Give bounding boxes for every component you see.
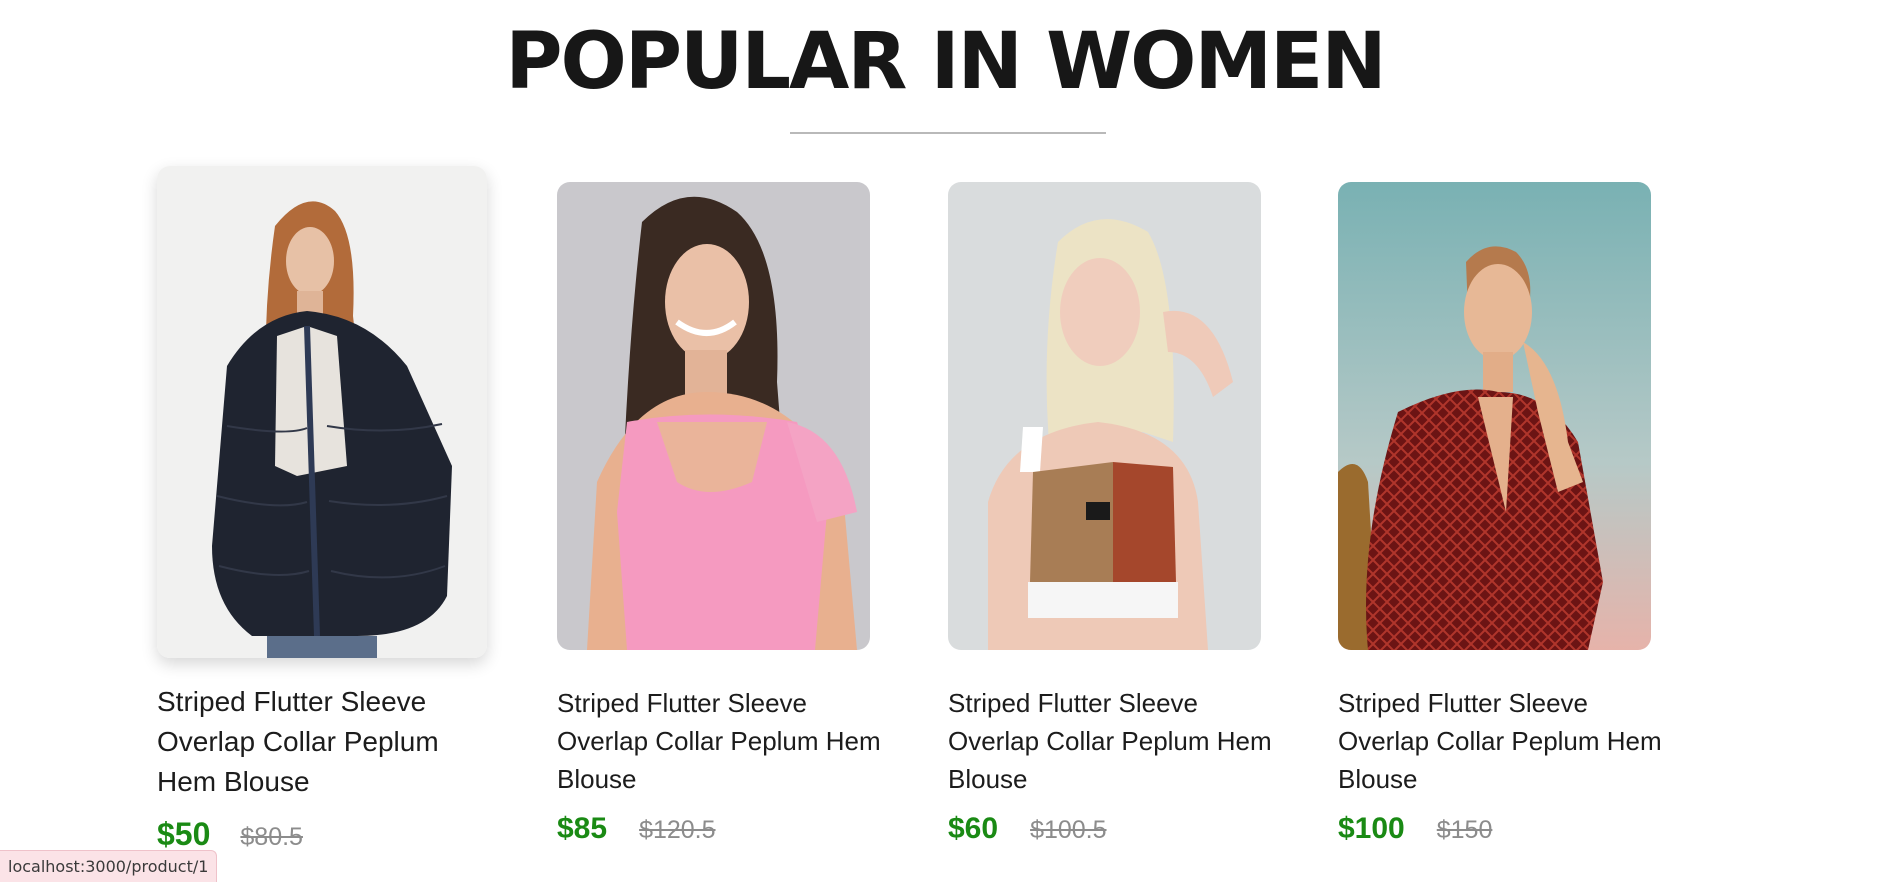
product-image-2[interactable]: [557, 182, 870, 650]
product-card-3[interactable]: Striped Flutter Sleeve Overlap Collar Pe…: [948, 182, 1278, 846]
title-divider: [790, 132, 1106, 134]
product-title-2[interactable]: Striped Flutter Sleeve Overlap Collar Pe…: [557, 684, 887, 798]
old-price-4: $150: [1436, 816, 1493, 844]
product-title-4[interactable]: Striped Flutter Sleeve Overlap Collar Pe…: [1338, 684, 1668, 798]
price-row-4: $100 $150: [1338, 812, 1668, 846]
product-title-1[interactable]: Striped Flutter Sleeve Overlap Collar Pe…: [157, 682, 487, 802]
product-card-4[interactable]: Striped Flutter Sleeve Overlap Collar Pe…: [1338, 182, 1668, 846]
new-price-3: $60: [948, 812, 999, 845]
woman-black-fur-jacket-image: [157, 166, 487, 658]
section-title: POPULAR IN WOMEN: [505, 17, 1386, 107]
old-price-2: $120.5: [639, 816, 716, 844]
woman-pink-top-image: [557, 182, 870, 650]
new-price-4: $100: [1338, 812, 1405, 845]
price-row-3: $60 $100.5: [948, 812, 1278, 846]
product-image-1[interactable]: [157, 166, 487, 658]
product-card-1[interactable]: Striped Flutter Sleeve Overlap Collar Pe…: [157, 166, 487, 853]
woman-sports-crop-top-image: [948, 182, 1261, 650]
woman-red-patterned-dress-image: [1338, 182, 1651, 650]
old-price-3: $100.5: [1030, 816, 1107, 844]
price-row-2: $85 $120.5: [557, 812, 887, 846]
popular-section: POPULAR IN WOMEN Striped Flutter Sleeve …: [0, 0, 1890, 882]
product-title-3[interactable]: Striped Flutter Sleeve Overlap Collar Pe…: [948, 684, 1278, 798]
new-price-2: $85: [557, 812, 608, 845]
link-status-url: localhost:3000/product/1: [0, 850, 218, 882]
old-price-1: $80.5: [240, 823, 303, 851]
new-price-1: $50: [157, 816, 211, 852]
product-image-4[interactable]: [1338, 182, 1651, 650]
product-image-3[interactable]: [948, 182, 1261, 650]
product-card-2[interactable]: Striped Flutter Sleeve Overlap Collar Pe…: [557, 182, 887, 846]
price-row-1: $50 $80.5: [157, 816, 487, 853]
